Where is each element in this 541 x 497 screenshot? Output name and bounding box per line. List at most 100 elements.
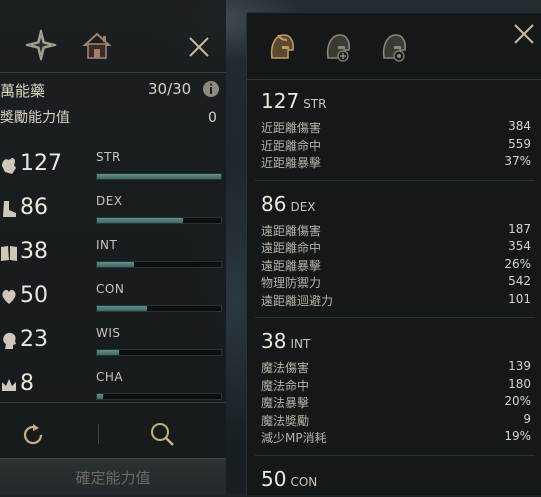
stat-row-dex: 86 DEX [0,190,226,234]
stat-row-con: 50 CON [0,278,226,322]
section-header: 86 DEX [261,192,531,222]
stat-row-str: 127 STR [0,146,226,190]
divider [98,424,99,444]
stat-abbr: WIS [96,326,121,340]
house-icon[interactable] [80,30,114,62]
details-toolbar [247,13,541,80]
left-toolbar [0,0,226,73]
detail-value: 20% [504,394,531,408]
bonus-value: 0 [208,110,217,126]
stat-bar [96,393,222,400]
detail-label: 遠距離迴避力 [261,293,334,308]
section-value: 127 [261,89,300,113]
detail-row: 近距離暴擊 37% [261,154,531,172]
stat-value: 127 [20,151,62,176]
stat-bar [96,305,222,312]
section-abbr: CON [290,474,318,489]
detail-value: 9 [523,411,531,426]
detail-label: 魔法傷害 [261,361,310,375]
close-icon[interactable] [511,21,537,47]
detail-row: 魔法獎勵 9 [261,412,531,430]
stat-abbr: CHA [96,370,124,384]
potion-label: 萬能藥 [0,82,46,100]
stat-abbr: STR [96,150,121,164]
detail-label: 魔法暴擊 [261,396,310,410]
potion-count: 30/30 [148,80,192,98]
reset-icon[interactable] [20,422,46,448]
search-icon[interactable] [148,420,176,448]
detail-row: 遠距離命中 354 [261,239,531,257]
detail-value: 19% [504,429,531,443]
section-header: 38 INT [261,329,531,359]
section-abbr: STR [303,97,327,111]
section-value: 50 [261,466,287,491]
helmet-icon[interactable] [267,31,297,65]
boot-icon [0,198,18,220]
stat-abbr: DEX [96,194,123,208]
helmet-plus-icon[interactable] [323,31,353,65]
detail-label: 魔法命中 [261,378,310,393]
detail-row: 魔法傷害 139 [261,359,531,377]
stat-abbr: INT [96,238,118,252]
detail-row: 減少MP消耗 19% [261,429,531,447]
detail-label: 魔法獎勵 [261,413,310,428]
stat-bar-fill [97,394,104,399]
crown-icon [0,374,18,396]
info-icon[interactable] [202,80,220,98]
head-icon [0,330,18,352]
stat-bar-fill [97,262,135,267]
stat-allocation-panel: 萬能藥 30/30 獎勵能力值 0 127 STR 86 DEX 38 INT 50 CON 2… [0,0,226,495]
stat-bar-fill [97,174,221,179]
detail-value: 37% [504,154,531,168]
detail-section-int: 38 INT 魔法傷害 139 魔法命中 180 魔法暴擊 20% 魔法獎勵 9 減少MP消耗 19% [261,329,531,447]
stat-abbr: CON [96,282,125,296]
compass-star-icon[interactable] [24,28,58,62]
detail-label: 近距離傷害 [261,121,322,135]
stat-bar [96,173,222,180]
close-icon[interactable] [186,34,212,60]
stat-bar [96,217,222,224]
detail-label: 遠距離傷害 [261,223,322,238]
detail-row: 物理防禦力 542 [261,274,531,292]
bonus-label: 獎勵能力值 [0,110,70,126]
detail-label: 遠距離命中 [261,241,322,255]
stat-row-cha: 8 CHA [0,366,226,410]
stat-value: 8 [20,371,34,396]
detail-value: 354 [508,239,531,253]
detail-row: 遠距離傷害 187 [261,222,531,240]
detail-value: 542 [508,274,531,288]
section-divider [255,454,535,456]
detail-value: 139 [508,359,531,373]
heart-icon [0,286,18,308]
detail-value: 187 [508,221,531,236]
confirm-stats-label: 確定能力值 [75,468,151,487]
detail-row: 近距離命中 559 [261,137,531,155]
confirm-stats-button[interactable]: 確定能力值 [0,458,226,495]
stat-details-panel: 127 STR 近距離傷害 384 近距離命中 559 近距離暴擊 37% 86 DEX 遠距離傷害… [246,12,541,495]
detail-section-con: 50 CON [261,467,531,497]
stat-value: 86 [20,195,48,220]
detail-value: 101 [508,291,531,306]
detail-section-dex: 86 DEX 遠距離傷害 187 遠距離命中 354 遠距離暴擊 26% 物理防禦力 542 遠距離… [261,192,531,310]
detail-row: 魔法命中 180 [261,377,531,395]
stat-bar-fill [97,306,147,311]
section-value: 86 [261,191,287,216]
helmet-shield-icon[interactable] [379,31,409,65]
detail-value: 384 [508,119,531,133]
stat-value: 38 [20,239,48,264]
detail-row: 魔法暴擊 20% [261,394,531,412]
detail-section-str: 127 STR 近距離傷害 384 近距離命中 559 近距離暴擊 37% [261,89,531,172]
detail-value: 180 [508,376,531,391]
section-abbr: DEX [290,199,316,214]
detail-value: 26% [504,256,531,271]
stat-bar [96,261,222,268]
stat-row-wis: 23 WIS [0,322,226,366]
stat-bar [96,349,222,356]
stat-value: 50 [20,283,48,308]
section-divider [255,317,535,318]
section-header: 50 CON [261,467,531,497]
book-icon [0,242,18,264]
section-value: 38 [261,329,287,353]
detail-value: 559 [508,136,531,151]
detail-row: 遠距離暴擊 26% [261,257,531,275]
